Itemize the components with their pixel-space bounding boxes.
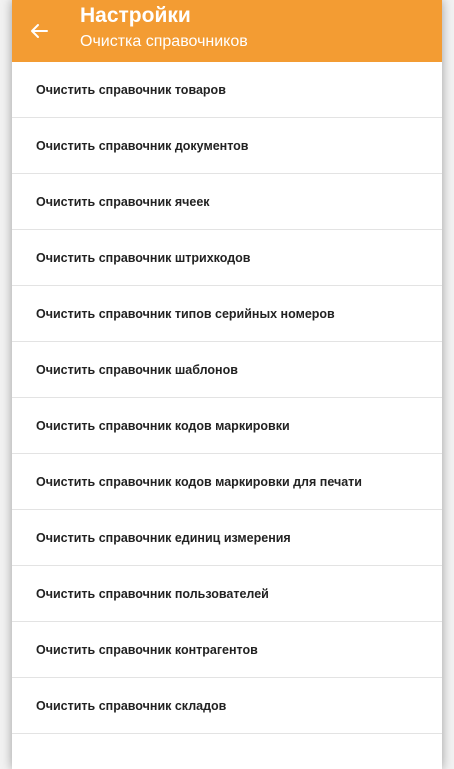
screen-background: Настройки Очистка справочников Очистить … — [0, 0, 454, 769]
list-item-clear-serial-number-types[interactable]: Очистить справочник типов серийных номер… — [12, 286, 442, 342]
page-title: Настройки — [80, 4, 191, 27]
list-item-clear-goods[interactable]: Очистить справочник товаров — [12, 62, 442, 118]
arrow-left-icon — [31, 24, 48, 38]
list-item-clear-templates[interactable]: Очистить справочник шаблонов — [12, 342, 442, 398]
page-subtitle: Очистка справочников — [80, 33, 248, 50]
settings-list: Очистить справочник товаров Очистить спр… — [12, 62, 442, 769]
list-item-clear-cells[interactable]: Очистить справочник ячеек — [12, 174, 442, 230]
list-item-clear-documents[interactable]: Очистить справочник документов — [12, 118, 442, 174]
list-item-clear-counterparties[interactable]: Очистить справочник контрагентов — [12, 622, 442, 678]
list-item-clear-units[interactable]: Очистить справочник единиц измерения — [12, 510, 442, 566]
list-item-clear-barcodes[interactable]: Очистить справочник штрихкодов — [12, 230, 442, 286]
list-item-next[interactable] — [12, 734, 442, 769]
app-window: Настройки Очистка справочников Очистить … — [12, 0, 442, 769]
header-titles: Настройки Очистка справочников — [80, 3, 248, 53]
list-item-clear-users[interactable]: Очистить справочник пользователей — [12, 566, 442, 622]
list-item-clear-warehouses[interactable]: Очистить справочник складов — [12, 678, 442, 734]
list-item-clear-marking-codes-print[interactable]: Очистить справочник кодов маркировки для… — [12, 454, 442, 510]
list-item-clear-marking-codes[interactable]: Очистить справочник кодов маркировки — [12, 398, 442, 454]
app-bar: Настройки Очистка справочников — [12, 0, 442, 62]
back-button[interactable] — [22, 14, 56, 48]
